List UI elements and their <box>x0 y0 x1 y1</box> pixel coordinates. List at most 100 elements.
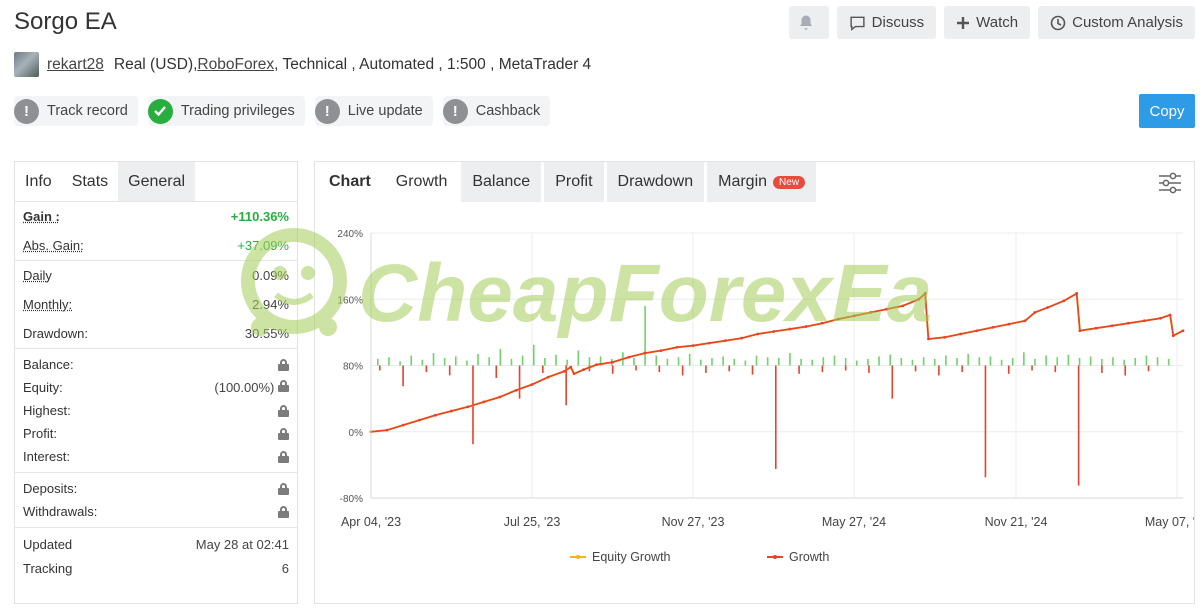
bar-positive <box>421 359 424 366</box>
bar-positive <box>544 358 546 366</box>
lock-icon <box>278 482 289 495</box>
bar-negative <box>448 365 451 376</box>
drawdown-label: Drawdown: <box>23 326 89 341</box>
bar-positive <box>666 358 669 366</box>
bar-positive <box>1034 358 1036 366</box>
bar-positive <box>1067 354 1070 366</box>
withdrawals-label: Withdrawals: <box>23 504 98 519</box>
growth-point <box>1181 329 1185 333</box>
equity-label: Equity: <box>23 380 63 395</box>
bar-negative <box>751 365 754 375</box>
bar-positive <box>1156 357 1159 366</box>
new-badge: New <box>773 175 806 189</box>
bar-positive <box>700 359 702 366</box>
growth-point <box>1023 319 1027 323</box>
bar-positive <box>766 357 769 366</box>
avatar[interactable] <box>14 52 39 77</box>
growth-point <box>1142 319 1146 323</box>
x-tick-label: May 27, '24 <box>822 515 886 529</box>
tab-stats[interactable]: Stats <box>61 162 119 201</box>
growth-point <box>562 369 566 373</box>
bar-positive <box>377 358 379 366</box>
tab-growth[interactable]: Growth <box>384 162 459 202</box>
tab-drawdown[interactable]: Drawdown <box>606 162 705 202</box>
tab-info[interactable]: Info <box>15 162 62 201</box>
balance-label: Balance: <box>23 357 74 372</box>
growth-point <box>1007 322 1011 326</box>
growth-point <box>1159 316 1162 320</box>
trading-privileges-badge[interactable]: Trading privileges <box>147 96 305 126</box>
bar-positive <box>521 355 524 366</box>
growth-point <box>450 409 453 413</box>
plus-icon <box>957 16 970 29</box>
growth-point <box>991 326 995 329</box>
watch-button[interactable]: Watch <box>944 6 1031 39</box>
gain-value: +110.36% <box>230 209 289 224</box>
updated-label: Updated <box>23 536 73 552</box>
growth-point <box>1126 321 1130 325</box>
bar-negative <box>1031 365 1033 371</box>
growth-point <box>546 375 550 379</box>
discuss-button[interactable]: Discuss <box>836 6 937 39</box>
growth-point <box>659 349 663 352</box>
bar-negative <box>961 365 963 373</box>
broker-link[interactable]: RoboForex <box>197 56 274 74</box>
bar-negative <box>1101 365 1103 373</box>
cashback-badge[interactable]: ! Cashback <box>442 96 551 126</box>
growth-point <box>643 351 647 355</box>
lock-icon <box>278 427 289 440</box>
tracking-row: Tracking 6 <box>15 556 297 580</box>
bar-positive <box>1078 358 1081 366</box>
bar-positive <box>722 356 724 366</box>
bar-positive <box>933 358 936 366</box>
abs-gain-label[interactable]: Abs. Gain: <box>23 238 84 253</box>
bar-negative <box>1077 365 1080 486</box>
margin-label: Margin <box>718 173 768 190</box>
username-link[interactable]: rekart28 <box>47 56 104 74</box>
bar-positive <box>566 359 568 366</box>
bar-negative <box>844 365 847 371</box>
growth-point <box>611 360 615 364</box>
interest-row: Interest: <box>15 445 297 468</box>
daily-label[interactable]: Daily <box>23 268 52 283</box>
live-update-badge[interactable]: ! Live update <box>314 96 433 126</box>
meta-prefix: Real (USD), <box>113 55 198 73</box>
page: Sorgo EA Discuss Watch Custom Analysis r… <box>0 0 1200 609</box>
gain-label[interactable]: Gain : <box>23 209 60 224</box>
bar-positive <box>855 360 858 366</box>
watch-label: Watch <box>976 14 1019 31</box>
bar-positive <box>499 348 502 366</box>
tab-general[interactable]: General <box>118 162 196 201</box>
bar-positive <box>900 358 903 366</box>
bar-positive <box>454 356 457 366</box>
bar-positive <box>911 359 914 366</box>
lock-icon <box>278 404 289 417</box>
badges: ! Track record Trading privileges ! Live… <box>14 96 551 126</box>
equity-row: Equity: (100.00%) <box>15 376 297 399</box>
bar-positive <box>477 353 479 366</box>
growth-point <box>434 413 437 417</box>
tab-chart[interactable]: Chart <box>315 162 382 202</box>
equity-value: (100.00%) <box>214 380 275 395</box>
trading-privileges-label: Trading privileges <box>180 103 295 119</box>
custom-analysis-button[interactable]: Custom Analysis <box>1038 6 1195 39</box>
bar-positive <box>867 358 869 366</box>
bar-negative <box>495 365 498 378</box>
tab-profit[interactable]: Profit <box>544 162 604 202</box>
sliders-icon[interactable] <box>1158 172 1182 194</box>
notify-button[interactable] <box>788 6 829 39</box>
bar-positive <box>1101 358 1103 366</box>
tab-balance[interactable]: Balance <box>461 162 542 202</box>
copy-button[interactable]: Copy <box>1139 94 1195 128</box>
bar-positive <box>1167 358 1170 366</box>
exclamation-icon: ! <box>314 98 340 124</box>
growth-point <box>595 363 598 367</box>
track-record-badge[interactable]: ! Track record <box>14 96 138 126</box>
bar-positive <box>399 361 401 366</box>
bar-positive <box>688 353 691 366</box>
deposits-row: Deposits: <box>15 477 297 500</box>
tab-margin[interactable]: Margin New <box>707 162 817 202</box>
bar-negative <box>1054 365 1057 373</box>
bar-positive <box>655 355 658 366</box>
monthly-label[interactable]: Monthly: <box>23 297 72 312</box>
